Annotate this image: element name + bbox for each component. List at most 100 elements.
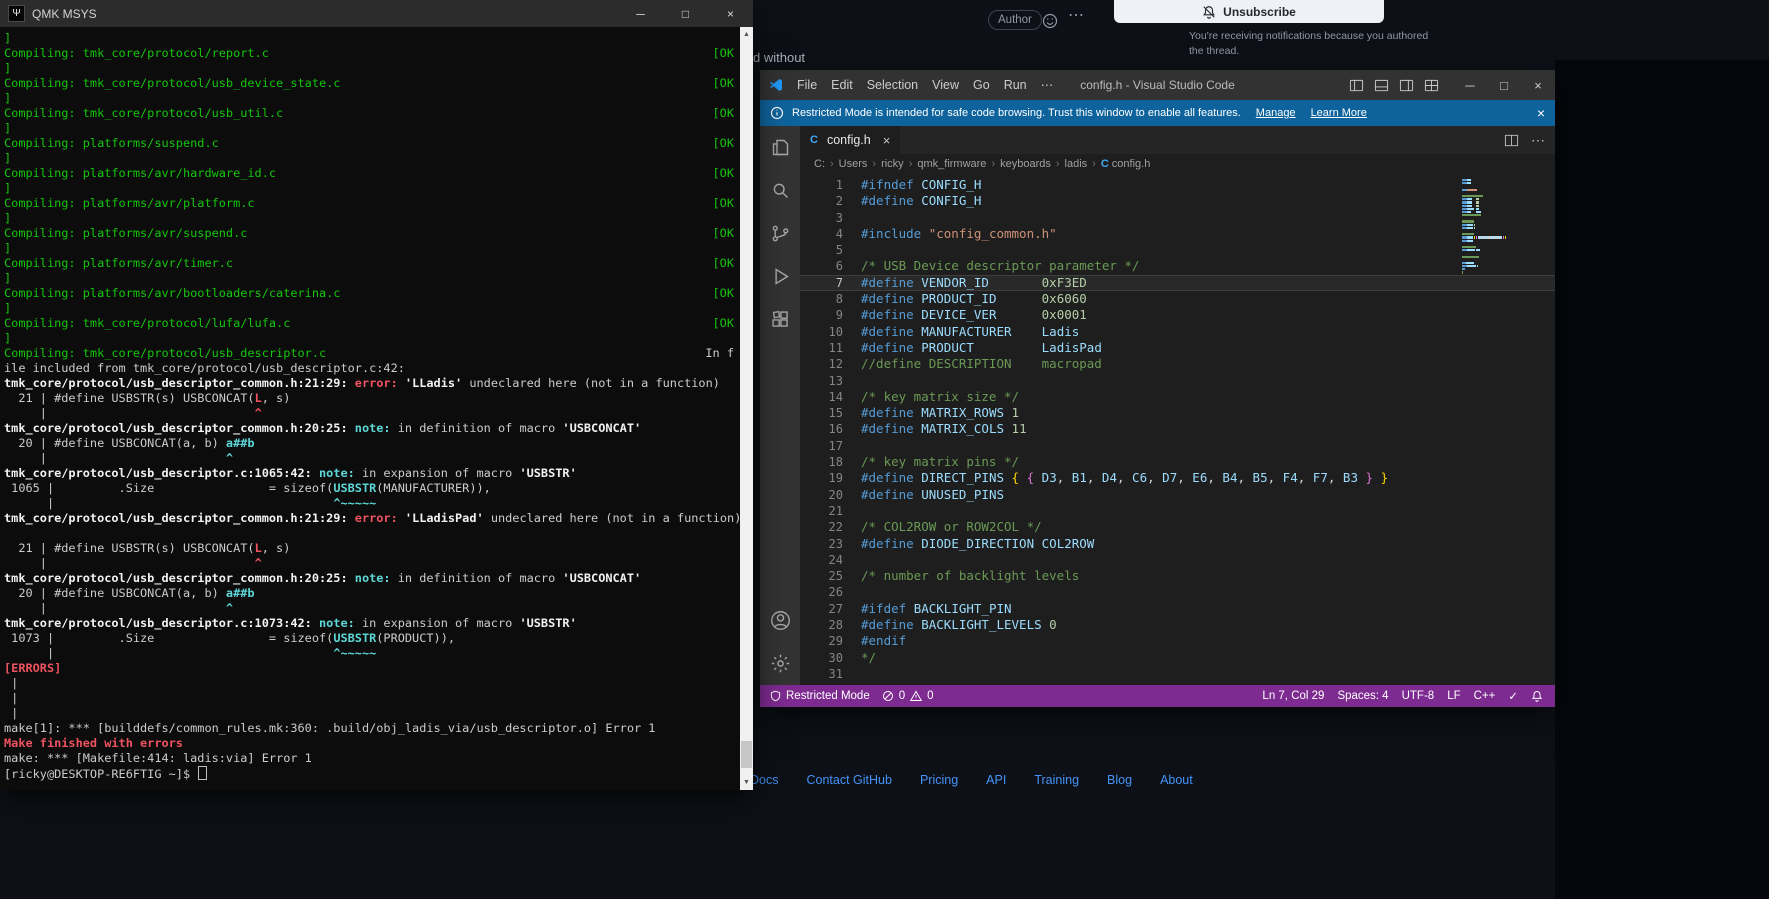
vscode-main: C config.h × ⋯ C: › Users › ricky › qmk_firmwa… (760, 126, 1555, 685)
minimize-button[interactable]: ─ (618, 0, 663, 27)
maximize-button[interactable]: □ (1487, 70, 1521, 100)
github-footer: Docs Contact GitHub Pricing API Training Blog… (750, 773, 1193, 787)
breadcrumb-separator-icon: › (830, 158, 834, 170)
check-icon[interactable]: ✓ (1508, 689, 1518, 703)
unsubscribe-button[interactable]: Unsubscribe (1114, 0, 1384, 23)
code-editor[interactable]: 1 #ifndef CONFIG_H 2 #define CONFIG_H 3 4 #in… (800, 174, 1555, 685)
terminal-line: 21 | #define USBSTR(s) USBCONCAT(L, s) (4, 541, 291, 555)
terminal-line: Compiling: platforms/avr/hardware_id.c [O… (4, 166, 734, 180)
footer-link[interactable]: Pricing (920, 773, 958, 787)
author-badge: Author (988, 10, 1042, 30)
close-button[interactable]: × (708, 0, 753, 27)
notifications-bell-icon[interactable] (1531, 690, 1543, 702)
menu-item[interactable]: View (925, 70, 966, 100)
settings-gear-icon[interactable] (760, 642, 800, 685)
breadcrumb-item[interactable]: keyboards (1000, 158, 1051, 170)
code-line: 25/* number of backlight levels (828, 568, 1080, 584)
terminal-line: | ^~~~~~ (4, 496, 377, 510)
learn-more-link[interactable]: Learn More (1311, 107, 1367, 119)
add-reaction-icon[interactable] (1042, 13, 1058, 29)
close-button[interactable]: × (1521, 70, 1555, 100)
terminal-line: Compiling: platforms/avr/platform.c [OK (4, 196, 734, 210)
terminal-line: Compiling: tmk_core/protocol/report.c [OK (4, 46, 734, 60)
terminal-line: [ricky@DESKTOP-RE6FTIG ~]$ (4, 766, 734, 781)
menu-item[interactable]: ⋯ (1034, 70, 1061, 100)
terminal-line: tmk_core/protocol/usb_descriptor_common.… (4, 571, 642, 585)
breadcrumb-item[interactable]: qmk_firmware (917, 158, 986, 170)
toggle-sidebar-icon[interactable] (1349, 78, 1364, 93)
breadcrumb-item[interactable]: ricky (881, 158, 904, 170)
tab-config-h[interactable]: C config.h × (800, 126, 902, 154)
window-title: config.h - Visual Studio Code (1080, 78, 1235, 92)
code-line: 28 #define BACKLIGHT_LEVELS 0 (828, 617, 1057, 633)
toggle-panel-icon[interactable] (1374, 78, 1389, 93)
terminal-line: ile included from tmk_core/protocol/usb_… (4, 361, 405, 375)
scroll-down-icon[interactable]: ▼ (740, 775, 753, 790)
scroll-up-icon[interactable]: ▲ (740, 27, 753, 42)
code-line: 17 (828, 438, 843, 453)
breadcrumb: C: › Users › ricky › qmk_firmware › keyboards › la… (800, 154, 1555, 174)
footer-link[interactable]: About (1160, 773, 1193, 787)
terminal-output[interactable]: ] Compiling: tmk_core/protocol/report.c [O… (0, 27, 740, 790)
code-line: 27 #ifdef BACKLIGHT_PIN (828, 600, 1012, 616)
warnings-icon (910, 690, 923, 701)
tab-close-icon[interactable]: × (883, 133, 891, 148)
footer-link[interactable]: Training (1034, 773, 1079, 787)
code-line: 5 (835, 243, 843, 258)
code-line: 9 #define DEVICE_VER 0x0001 (835, 307, 1087, 323)
indentation-status[interactable]: Spaces: 4 (1337, 690, 1388, 702)
terminal-line: ] (4, 151, 12, 165)
code-line: 3 (835, 210, 843, 225)
minimap[interactable] (1462, 179, 1508, 278)
maximize-button[interactable]: □ (663, 0, 708, 27)
terminal-line: ] (4, 271, 12, 285)
extensions-icon[interactable] (760, 298, 800, 341)
footer-link[interactable]: API (986, 773, 1006, 787)
split-editor-icon[interactable] (1504, 133, 1519, 148)
language-mode-status[interactable]: C++ (1474, 690, 1496, 702)
menu-item[interactable]: Run (997, 70, 1034, 100)
obscured-text-fragment: d without (753, 50, 806, 65)
minimize-button[interactable]: ─ (1453, 70, 1487, 100)
terminal-scrollbar[interactable]: ▲ ▼ (740, 27, 753, 790)
breadcrumb-item[interactable]: Users (839, 158, 868, 170)
code-line: 19 #define DIRECT_PINS { { D3, B1, D4, C6… (828, 470, 1389, 486)
footer-link[interactable]: Docs (750, 773, 778, 787)
explorer-icon[interactable] (760, 126, 800, 169)
menu-item[interactable]: File (790, 70, 824, 100)
bell-slash-icon (1203, 5, 1216, 19)
code-line: 7 #define VENDOR_ID 0xF3ED (800, 274, 1555, 292)
customize-layout-icon[interactable] (1424, 78, 1439, 93)
footer-link[interactable]: Contact GitHub (806, 773, 891, 787)
eol-status[interactable]: LF (1447, 690, 1460, 702)
source-control-icon[interactable] (760, 212, 800, 255)
search-icon[interactable] (760, 169, 800, 212)
comment-options-icon[interactable]: ⋯ (1068, 5, 1085, 25)
toggle-secondary-sidebar-icon[interactable] (1399, 78, 1414, 93)
cursor-position-status[interactable]: Ln 7, Col 29 (1262, 690, 1324, 702)
menu-item[interactable]: Edit (824, 70, 860, 100)
account-icon[interactable] (760, 599, 800, 642)
notification-reason-text: You're receiving notifications because y… (1189, 30, 1429, 57)
footer-link[interactable]: Blog (1107, 773, 1132, 787)
restricted-mode-status[interactable]: Restricted Mode (770, 690, 870, 702)
background-dark-region (1555, 60, 1769, 899)
editor-actions-icon[interactable]: ⋯ (1531, 132, 1545, 149)
manage-link[interactable]: Manage (1256, 107, 1296, 119)
menu-item[interactable]: Go (966, 70, 997, 100)
run-debug-icon[interactable] (760, 255, 800, 298)
breadcrumb-item[interactable]: C: (814, 158, 825, 170)
terminal-line: ] (4, 121, 12, 135)
problems-status[interactable]: 0 0 (882, 690, 934, 702)
terminal-line: tmk_core/protocol/usb_descriptor_common.… (4, 511, 740, 525)
banner-close-icon[interactable]: × (1537, 105, 1545, 121)
breadcrumb-item[interactable]: Cconfig.h (1101, 158, 1150, 170)
terminal-line: | ^ (4, 556, 262, 570)
code-line: 20 #define UNUSED_PINS (828, 486, 1005, 502)
terminal-line: | ^ (4, 406, 262, 420)
menu-item[interactable]: Selection (860, 70, 925, 100)
encoding-status[interactable]: UTF-8 (1402, 690, 1435, 702)
scrollbar-thumb[interactable] (741, 741, 752, 768)
vscode-titlebar: File Edit Selection View Go Run ⋯ config.h - V… (760, 70, 1555, 100)
breadcrumb-item[interactable]: ladis (1065, 158, 1088, 170)
